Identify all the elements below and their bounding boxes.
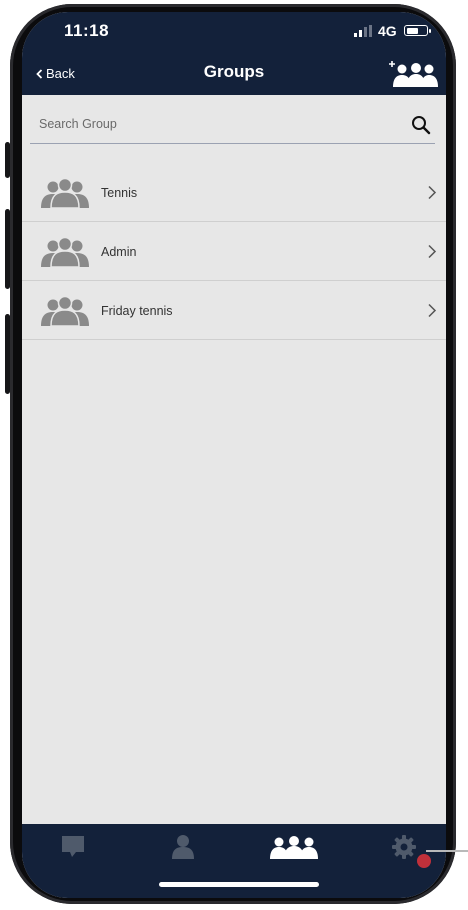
group-list: Tennis Admin Friday tennis [22,163,446,340]
add-group-icon[interactable] [386,60,440,88]
battery-level [406,27,418,34]
home-indicator[interactable] [159,882,319,887]
navigation-bar: Back Groups [22,48,446,95]
status-time: 11:18 [64,21,110,40]
group-avatar-icon [41,295,89,327]
search-bar [30,107,435,144]
annotation-line [426,850,468,852]
groups-icon[interactable] [269,834,319,860]
group-name: Admin [101,245,137,259]
group-avatar-icon [41,177,89,209]
signal-icon [354,25,372,37]
group-list-item-0[interactable]: Tennis [22,163,446,222]
battery-icon [404,25,431,36]
chevron-right-icon [428,185,437,200]
search-input[interactable] [37,116,401,132]
network-label: 4G [378,23,397,39]
status-bar: 11:18 4G [22,12,446,48]
group-name: Friday tennis [101,304,173,318]
app-screen: 11:18 4G Back Groups Search Group Tennis… [22,12,446,898]
volume-up-button [5,209,10,289]
chevron-right-icon [428,244,437,259]
page-title: Groups [203,62,265,81]
group-list-item-1[interactable]: Admin [22,222,446,281]
group-avatar-icon [41,236,89,268]
group-list-item-2[interactable]: Friday tennis [22,281,446,340]
mute-switch [5,142,10,178]
volume-down-button [5,314,10,394]
messages-icon[interactable] [60,834,86,860]
settings-notification-dot [417,854,431,868]
contact-icon[interactable] [170,834,196,860]
settings-icon[interactable] [391,834,417,860]
group-name: Tennis [101,186,138,200]
search-icon[interactable] [411,115,431,135]
chevron-right-icon [428,303,437,318]
